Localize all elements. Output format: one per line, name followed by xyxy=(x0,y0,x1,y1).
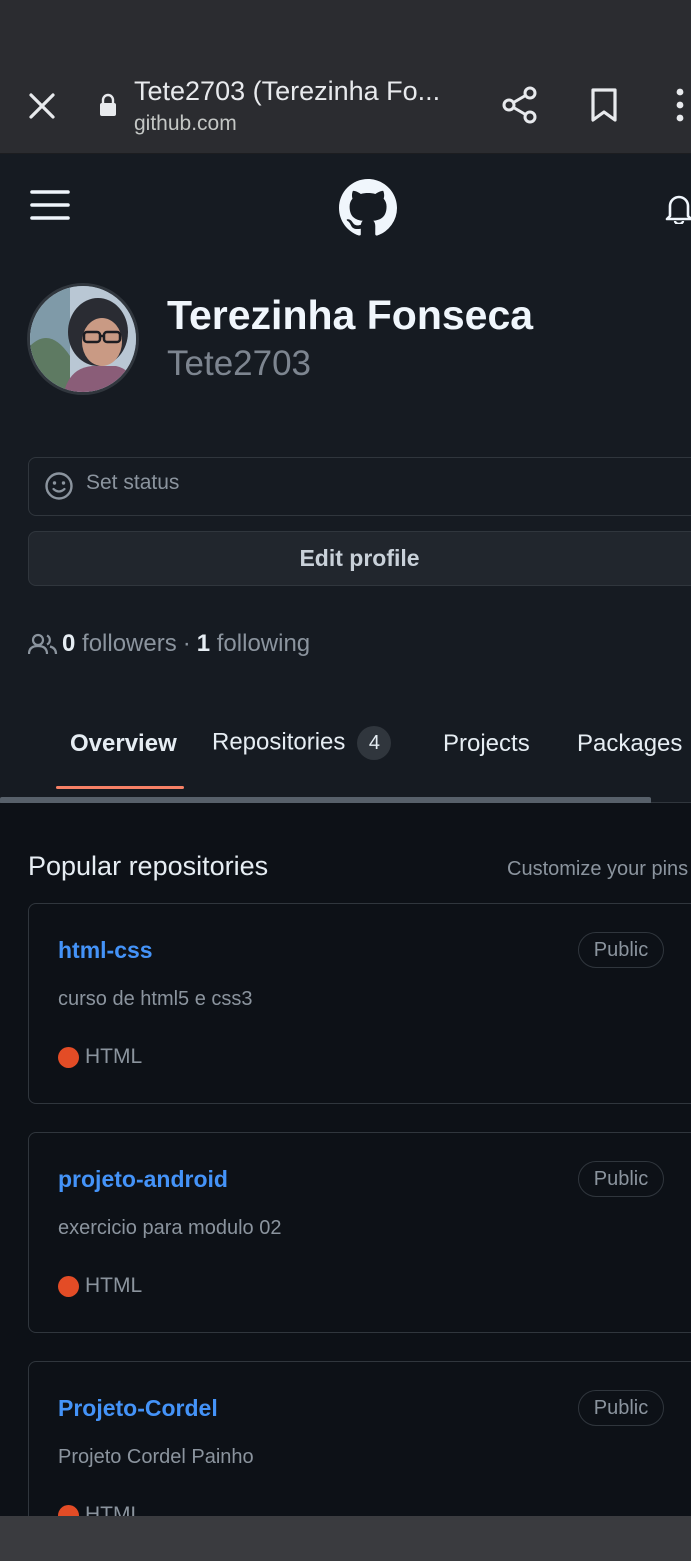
status-bar xyxy=(0,0,691,60)
repositories-counter: 4 xyxy=(357,726,392,760)
smiley-icon xyxy=(45,472,73,500)
repo-description: exercicio para modulo 02 xyxy=(58,1217,282,1239)
set-status-label: Set status xyxy=(86,471,180,494)
people-icon xyxy=(28,633,58,655)
popular-repositories-title: Popular repositories xyxy=(28,851,269,881)
followers-count: 0 xyxy=(62,630,76,657)
github-logo-icon[interactable] xyxy=(339,179,397,237)
repo-card: Projeto-Cordel Public Projeto Cordel Pai… xyxy=(28,1361,691,1516)
repo-description: Projeto Cordel Painho xyxy=(58,1446,254,1468)
tab-packages[interactable]: Packages xyxy=(577,730,682,758)
repo-name-link[interactable]: projeto-android xyxy=(58,1166,228,1193)
repo-language-label: HTML xyxy=(85,1503,143,1516)
tab-active-indicator xyxy=(56,786,184,789)
avatar-photo xyxy=(30,286,136,392)
repo-name-link[interactable]: html-css xyxy=(58,937,153,964)
following-link[interactable]: 1 following xyxy=(197,630,310,658)
repo-language: HTML xyxy=(58,1274,142,1298)
page-url[interactable]: github.com xyxy=(134,112,237,136)
lock-icon xyxy=(100,93,116,116)
tab-projects[interactable]: Projects xyxy=(443,730,530,758)
close-icon[interactable] xyxy=(26,90,58,122)
followers-link[interactable]: 0 followers xyxy=(62,630,177,658)
tab-repositories-label: Repositories xyxy=(212,728,346,756)
visibility-badge: Public xyxy=(578,932,664,968)
bookmark-icon[interactable] xyxy=(588,86,620,124)
share-icon[interactable] xyxy=(500,85,540,125)
edit-profile-button[interactable]: Edit profile xyxy=(28,531,691,586)
tab-repositories[interactable]: Repositories 4 xyxy=(212,726,392,760)
repo-language-label: HTML xyxy=(85,1045,143,1068)
repo-language: HTML xyxy=(58,1503,142,1516)
menu-icon[interactable] xyxy=(30,189,70,221)
repo-name-link[interactable]: Projeto-Cordel xyxy=(58,1395,218,1422)
main-content: Popular repositories Customize your pins… xyxy=(0,803,691,1516)
customize-pins-link[interactable]: Customize your pins xyxy=(507,858,688,881)
following-count: 1 xyxy=(196,630,211,657)
follow-separator: · xyxy=(182,630,191,657)
followers-label: followers xyxy=(82,630,177,657)
bell-icon[interactable] xyxy=(664,192,691,224)
repo-language-label: HTML xyxy=(85,1274,143,1297)
visibility-badge: Public xyxy=(578,1161,664,1197)
repo-description: curso de html5 e css3 xyxy=(58,988,253,1010)
browser-toolbar: Tete2703 (Terezinha Fo... github.com xyxy=(0,60,691,154)
set-status-button[interactable]: Set status xyxy=(28,457,691,516)
avatar[interactable] xyxy=(27,283,139,395)
repo-card: projeto-android Public exercicio para mo… xyxy=(28,1132,691,1333)
repo-language: HTML xyxy=(58,1045,142,1069)
profile-username: Tete2703 xyxy=(167,344,312,383)
system-navigation-bar xyxy=(0,1516,691,1561)
profile-full-name: Terezinha Fonseca xyxy=(167,292,534,338)
language-color-dot xyxy=(58,1275,79,1297)
more-vert-icon[interactable] xyxy=(670,86,690,124)
profile-tabs: Overview Repositories 4 Projects Packages xyxy=(0,710,691,802)
follow-stats: 0 followers · 1 following xyxy=(28,630,310,658)
tab-overview[interactable]: Overview xyxy=(70,730,177,758)
visibility-badge: Public xyxy=(578,1390,664,1426)
language-color-dot xyxy=(58,1504,79,1516)
following-label: following xyxy=(216,630,311,657)
repo-card: html-css Public curso de html5 e css3 HT… xyxy=(28,903,691,1104)
page-title[interactable]: Tete2703 (Terezinha Fo... xyxy=(134,76,440,107)
language-color-dot xyxy=(58,1046,79,1068)
github-header xyxy=(0,155,691,260)
